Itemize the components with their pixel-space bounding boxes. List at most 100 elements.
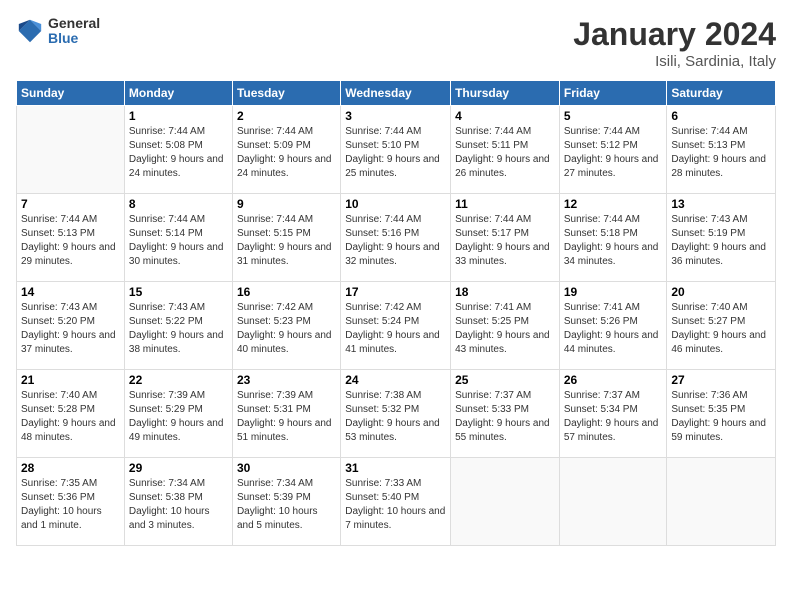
day-info: Sunrise: 7:38 AMSunset: 5:32 PMDaylight:… <box>345 389 446 445</box>
day-number: 5 <box>564 109 663 123</box>
day-info: Sunrise: 7:37 AMSunset: 5:34 PMDaylight:… <box>564 389 663 445</box>
day-number: 19 <box>564 285 663 299</box>
day-number: 20 <box>671 285 771 299</box>
calendar-day-header: Thursday <box>451 81 560 106</box>
calendar-cell: 31 Sunrise: 7:33 AMSunset: 5:40 PMDayligh… <box>341 458 451 546</box>
logo-blue: Blue <box>48 31 100 46</box>
day-number: 14 <box>21 285 120 299</box>
calendar-cell: 8 Sunrise: 7:44 AMSunset: 5:14 PMDaylight… <box>124 194 232 282</box>
calendar-cell: 2 Sunrise: 7:44 AMSunset: 5:09 PMDaylight… <box>232 106 340 194</box>
calendar-cell <box>559 458 667 546</box>
calendar-cell: 20 Sunrise: 7:40 AMSunset: 5:27 PMDayligh… <box>667 282 776 370</box>
day-number: 23 <box>237 373 336 387</box>
calendar-day-header: Wednesday <box>341 81 451 106</box>
calendar-cell: 16Sunrise: 7:42 AMSunset: 5:23 PMDayligh… <box>232 282 340 370</box>
day-info: Sunrise: 7:44 AMSunset: 5:12 PMDaylight:… <box>564 125 663 181</box>
day-number: 30 <box>237 461 336 475</box>
day-info: Sunrise: 7:34 AMSunset: 5:38 PMDaylight:… <box>129 477 228 533</box>
day-number: 8 <box>129 197 228 211</box>
calendar-cell: 27 Sunrise: 7:36 AMSunset: 5:35 PMDayligh… <box>667 370 776 458</box>
calendar-cell: 9 Sunrise: 7:44 AMSunset: 5:15 PMDaylight… <box>232 194 340 282</box>
day-info: Sunrise: 7:41 AMSunset: 5:25 PMDaylight:… <box>455 301 555 357</box>
location: Isili, Sardinia, Italy <box>573 53 776 70</box>
day-info: Sunrise: 7:35 AMSunset: 5:36 PMDaylight:… <box>21 477 120 533</box>
day-number: 13 <box>671 197 771 211</box>
calendar-cell: 15Sunrise: 7:43 AMSunset: 5:22 PMDayligh… <box>124 282 232 370</box>
day-info: Sunrise: 7:33 AMSunset: 5:40 PMDaylight:… <box>345 477 446 533</box>
calendar-cell: 26 Sunrise: 7:37 AMSunset: 5:34 PMDayligh… <box>559 370 667 458</box>
calendar-cell: 22 Sunrise: 7:39 AMSunset: 5:29 PMDayligh… <box>124 370 232 458</box>
day-info: Sunrise: 7:44 AMSunset: 5:08 PMDaylight:… <box>129 125 228 181</box>
day-info: Sunrise: 7:44 AMSunset: 5:14 PMDaylight:… <box>129 213 228 269</box>
calendar-cell: 11Sunrise: 7:44 AMSunset: 5:17 PMDayligh… <box>451 194 560 282</box>
day-number: 28 <box>21 461 120 475</box>
calendar-week-row: 28 Sunrise: 7:35 AMSunset: 5:36 PMDayligh… <box>17 458 776 546</box>
day-number: 4 <box>455 109 555 123</box>
day-info: Sunrise: 7:44 AMSunset: 5:17 PMDaylight:… <box>455 213 555 269</box>
calendar-cell: 30 Sunrise: 7:34 AMSunset: 5:39 PMDayligh… <box>232 458 340 546</box>
day-info: Sunrise: 7:44 AMSunset: 5:16 PMDaylight:… <box>345 213 446 269</box>
calendar-day-header: Friday <box>559 81 667 106</box>
calendar-day-header: Sunday <box>17 81 125 106</box>
day-number: 18 <box>455 285 555 299</box>
day-number: 1 <box>129 109 228 123</box>
day-number: 10 <box>345 197 446 211</box>
day-info: Sunrise: 7:44 AMSunset: 5:13 PMDaylight:… <box>671 125 771 181</box>
day-info: Sunrise: 7:39 AMSunset: 5:29 PMDaylight:… <box>129 389 228 445</box>
calendar-cell: 3Sunrise: 7:44 AMSunset: 5:10 PMDaylight… <box>341 106 451 194</box>
day-number: 26 <box>564 373 663 387</box>
day-info: Sunrise: 7:34 AMSunset: 5:39 PMDaylight:… <box>237 477 336 533</box>
logo-text: General Blue <box>48 16 100 47</box>
day-info: Sunrise: 7:44 AMSunset: 5:10 PMDaylight:… <box>345 125 446 181</box>
logo: General Blue <box>16 16 100 47</box>
day-info: Sunrise: 7:44 AMSunset: 5:13 PMDaylight:… <box>21 213 120 269</box>
calendar-cell: 12Sunrise: 7:44 AMSunset: 5:18 PMDayligh… <box>559 194 667 282</box>
calendar-week-row: 14 Sunrise: 7:43 AMSunset: 5:20 PMDayligh… <box>17 282 776 370</box>
day-info: Sunrise: 7:40 AMSunset: 5:28 PMDaylight:… <box>21 389 120 445</box>
day-info: Sunrise: 7:44 AMSunset: 5:18 PMDaylight:… <box>564 213 663 269</box>
day-number: 7 <box>21 197 120 211</box>
calendar-cell: 14 Sunrise: 7:43 AMSunset: 5:20 PMDayligh… <box>17 282 125 370</box>
day-info: Sunrise: 7:36 AMSunset: 5:35 PMDaylight:… <box>671 389 771 445</box>
day-number: 25 <box>455 373 555 387</box>
day-info: Sunrise: 7:43 AMSunset: 5:20 PMDaylight:… <box>21 301 120 357</box>
header: General Blue January 2024 Isili, Sardini… <box>16 16 776 70</box>
day-number: 22 <box>129 373 228 387</box>
day-number: 6 <box>671 109 771 123</box>
calendar-week-row: 21Sunrise: 7:40 AMSunset: 5:28 PMDayligh… <box>17 370 776 458</box>
logo-general: General <box>48 16 100 31</box>
day-number: 2 <box>237 109 336 123</box>
day-info: Sunrise: 7:40 AMSunset: 5:27 PMDaylight:… <box>671 301 771 357</box>
calendar-cell: 19 Sunrise: 7:41 AMSunset: 5:26 PMDayligh… <box>559 282 667 370</box>
page: General Blue January 2024 Isili, Sardini… <box>0 0 792 612</box>
calendar-cell: 6 Sunrise: 7:44 AMSunset: 5:13 PMDaylight… <box>667 106 776 194</box>
day-number: 31 <box>345 461 446 475</box>
calendar-cell: 29 Sunrise: 7:34 AMSunset: 5:38 PMDayligh… <box>124 458 232 546</box>
day-info: Sunrise: 7:43 AMSunset: 5:22 PMDaylight:… <box>129 301 228 357</box>
calendar-cell <box>451 458 560 546</box>
calendar-cell: 18 Sunrise: 7:41 AMSunset: 5:25 PMDayligh… <box>451 282 560 370</box>
calendar-day-header: Tuesday <box>232 81 340 106</box>
title-block: January 2024 Isili, Sardinia, Italy <box>573 16 776 70</box>
calendar-cell: 1 Sunrise: 7:44 AMSunset: 5:08 PMDaylight… <box>124 106 232 194</box>
calendar-cell: 25Sunrise: 7:37 AMSunset: 5:33 PMDayligh… <box>451 370 560 458</box>
day-number: 29 <box>129 461 228 475</box>
day-number: 9 <box>237 197 336 211</box>
calendar-cell: 28 Sunrise: 7:35 AMSunset: 5:36 PMDayligh… <box>17 458 125 546</box>
day-info: Sunrise: 7:42 AMSunset: 5:23 PMDaylight:… <box>237 301 336 357</box>
calendar-header-row: SundayMondayTuesdayWednesdayThursdayFrid… <box>17 81 776 106</box>
day-number: 17 <box>345 285 446 299</box>
day-info: Sunrise: 7:41 AMSunset: 5:26 PMDaylight:… <box>564 301 663 357</box>
day-info: Sunrise: 7:44 AMSunset: 5:09 PMDaylight:… <box>237 125 336 181</box>
calendar-cell <box>17 106 125 194</box>
day-number: 27 <box>671 373 771 387</box>
calendar-cell: 7 Sunrise: 7:44 AMSunset: 5:13 PMDaylight… <box>17 194 125 282</box>
calendar-day-header: Saturday <box>667 81 776 106</box>
calendar-cell: 4Sunrise: 7:44 AMSunset: 5:11 PMDaylight… <box>451 106 560 194</box>
calendar-week-row: 7 Sunrise: 7:44 AMSunset: 5:13 PMDaylight… <box>17 194 776 282</box>
calendar-cell: 23Sunrise: 7:39 AMSunset: 5:31 PMDayligh… <box>232 370 340 458</box>
calendar-cell: 17Sunrise: 7:42 AMSunset: 5:24 PMDayligh… <box>341 282 451 370</box>
day-info: Sunrise: 7:44 AMSunset: 5:15 PMDaylight:… <box>237 213 336 269</box>
calendar-cell: 21Sunrise: 7:40 AMSunset: 5:28 PMDayligh… <box>17 370 125 458</box>
calendar-cell: 5 Sunrise: 7:44 AMSunset: 5:12 PMDaylight… <box>559 106 667 194</box>
